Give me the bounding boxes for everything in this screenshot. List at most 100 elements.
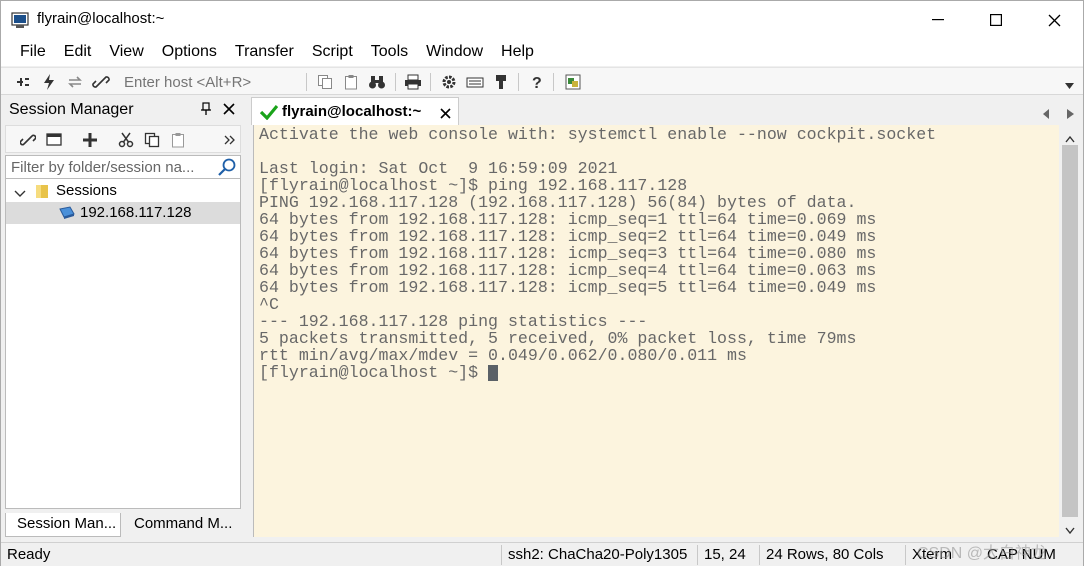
terminal-line: PING 192.168.117.128 (192.168.117.128) 5… [259,193,857,212]
terminal-line: 64 bytes from 192.168.117.128: icmp_seq=… [259,261,877,280]
securefx-icon[interactable] [563,72,583,92]
reconnect-icon[interactable] [65,72,85,92]
toolbar-dropdown-chevron-icon[interactable] [1065,76,1074,93]
menu-options[interactable]: Options [152,39,225,66]
close-panel-icon[interactable] [223,102,235,119]
help-question-icon[interactable]: ? [527,72,547,92]
close-tab-icon[interactable] [440,106,451,123]
close-window-button[interactable] [1025,1,1083,39]
status-separator [759,545,760,565]
securecrt-app-icon [11,11,29,29]
tree-item-host[interactable]: 192.168.117.128 [6,202,240,224]
terminal-line: Activate the web console with: systemctl… [259,125,937,144]
keymap-keyboard-icon[interactable] [465,72,485,92]
toolbar-separator [553,73,554,91]
menu-window[interactable]: Window [416,39,491,66]
pin-icon[interactable] [200,102,212,120]
menu-file[interactable]: File [1,39,54,66]
maximize-button[interactable] [967,1,1025,39]
connect-link-icon[interactable] [18,130,38,150]
copy-icon[interactable] [315,72,335,92]
svg-text:?: ? [532,75,542,90]
terminal-session-icon [58,205,76,225]
status-ready: Ready [7,546,51,563]
window-title: flyrain@localhost:~ [37,10,165,27]
cut-scissors-icon[interactable] [116,130,136,150]
terminal-line: 64 bytes from 192.168.117.128: icmp_seq=… [259,278,877,297]
toolbar-separator [395,73,396,91]
tree-item-label: 192.168.117.128 [80,204,192,221]
session-manager-toolbar [5,125,241,153]
paste-icon[interactable] [341,72,361,92]
panel-tabs: Session Man... Command M... [5,513,241,537]
more-chevron-icon[interactable] [220,130,240,150]
chevron-down-icon[interactable] [14,185,26,202]
title-bar: flyrain@localhost:~ [1,1,1083,39]
folder-icon [34,183,50,203]
enter-host-input[interactable] [118,71,304,93]
toolbar-separator [430,73,431,91]
tree-folder-sessions[interactable]: Sessions [6,180,240,202]
menu-transfer[interactable]: Transfer [225,39,302,66]
terminal-line: 64 bytes from 192.168.117.128: icmp_seq=… [259,244,877,263]
terminal-line: 5 packets transmitted, 5 received, 0% pa… [259,329,857,348]
menu-bar: File Edit View Options Transfer Script T… [1,39,1083,66]
tab-scroll-left-icon[interactable] [1043,106,1050,123]
connect-in-tab-window-icon[interactable] [44,130,64,150]
status-separator [905,545,906,565]
paste-session-icon[interactable] [168,130,188,150]
session-filter-input[interactable] [11,159,211,176]
terminal-cursor [488,365,498,381]
terminal-line: [flyrain@localhost ~]$ ping 192.168.117.… [259,176,688,195]
tab-command-manager[interactable]: Command M... [123,513,241,537]
terminal-line: --- 192.168.117.128 ping statistics --- [259,312,648,331]
session-options-gear-icon[interactable] [439,72,459,92]
terminal-area[interactable]: Activate the web console with: systemctl… [253,125,1059,537]
tree-folder-label: Sessions [56,182,117,199]
connected-check-icon [259,104,279,124]
session-manager-title: Session Manager [9,101,134,118]
scrollbar-thumb[interactable] [1062,145,1078,517]
status-separator [697,545,698,565]
terminal-line: 64 bytes from 192.168.117.128: icmp_seq=… [259,210,877,229]
copy-session-icon[interactable] [142,130,162,150]
search-icon[interactable] [217,158,237,180]
session-tree: Sessions 192.168.117.128 [5,179,241,509]
menu-edit[interactable]: Edit [54,39,100,66]
status-terminal-size: 24 Rows, 80 Cols [766,546,884,563]
terminal-scrollbar[interactable] [1059,125,1081,537]
status-cursor-position: 15, 24 [704,546,746,563]
session-manager-header: Session Manager [1,97,245,123]
tab-session-manager[interactable]: Session Man... [5,513,121,537]
quick-connect-icon[interactable] [39,72,59,92]
watermark-text: CSDN @太白神龙 [917,545,1048,562]
session-filter [5,155,241,179]
menu-view[interactable]: View [99,39,151,66]
print-icon[interactable] [403,72,423,92]
terminal-prompt-line: [flyrain@localhost ~]$ [259,363,489,382]
minimize-button[interactable] [909,1,967,39]
app-window: flyrain@localhost:~ File Edit View Optio… [0,0,1084,566]
session-manager-panel: Session Manager Filter by folder/session… [1,97,245,539]
status-separator [501,545,502,565]
toolbar-separator [518,73,519,91]
toolbar-separator [306,73,307,91]
disconnect-icon[interactable] [91,72,111,92]
terminal-line: Last login: Sat Oct 9 16:59:09 2021 [259,159,618,178]
find-binoculars-icon[interactable] [367,72,387,92]
main-toolbar: ? [1,67,1083,95]
tab-scroll-right-icon[interactable] [1067,106,1074,123]
new-session-plus-icon[interactable] [80,130,100,150]
terminal-line: 64 bytes from 192.168.117.128: icmp_seq=… [259,227,877,246]
session-tab[interactable]: flyrain@localhost:~ [251,97,459,125]
menu-tools[interactable]: Tools [361,39,416,66]
sftp-key-icon[interactable] [491,72,511,92]
connect-in-tab-icon[interactable] [13,72,33,92]
menu-script[interactable]: Script [302,39,361,66]
session-tab-label: flyrain@localhost:~ [282,103,422,120]
terminal-line: rtt min/avg/max/mdev = 0.049/0.062/0.080… [259,346,747,365]
scroll-down-icon[interactable] [1065,521,1075,538]
terminal-line: ^C [259,295,279,314]
menu-help[interactable]: Help [491,39,542,66]
session-tab-strip: flyrain@localhost:~ [249,97,1083,125]
